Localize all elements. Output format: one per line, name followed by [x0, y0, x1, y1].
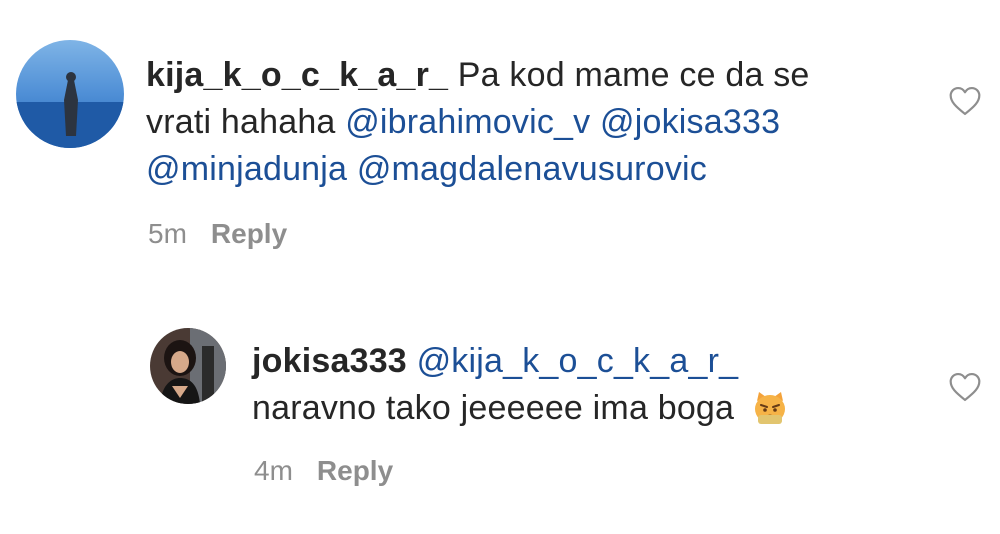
- mention-link[interactable]: @jokisa333: [600, 103, 780, 141]
- comment-line-3: @minjadunja @magdalenavusurovic: [146, 146, 810, 193]
- comment-text: vrati hahaha: [146, 103, 336, 141]
- comment-body: kija_k_o_c_k_a_r_ Pa kod mame ce da se v…: [146, 52, 810, 193]
- comment-time: 4m: [254, 455, 293, 486]
- comment-meta: 4m Reply: [254, 455, 393, 487]
- comment-meta: 5m Reply: [148, 218, 287, 250]
- pouting-cat-face-emoji: [752, 389, 788, 438]
- comment-line-2: naravno tako jeeeeee ima boga: [252, 385, 788, 438]
- comment-line-1: jokisa333 @kija_k_o_c_k_a_r_: [252, 338, 788, 385]
- comment-time: 5m: [148, 218, 187, 249]
- reply-button[interactable]: Reply: [211, 218, 287, 250]
- comment-line-1: kija_k_o_c_k_a_r_ Pa kod mame ce da se: [146, 52, 810, 99]
- mention-link[interactable]: @ibrahimovic_v: [345, 103, 590, 141]
- mention-link[interactable]: @minjadunja: [146, 150, 347, 188]
- mention-link[interactable]: @kija_k_o_c_k_a_r_: [417, 342, 739, 380]
- comment-line-2: vrati hahaha @ibrahimovic_v @jokisa333: [146, 99, 810, 146]
- comment-text: Pa kod mame ce da se: [457, 56, 810, 94]
- comment-body: jokisa333 @kija_k_o_c_k_a_r_ naravno tak…: [252, 338, 788, 438]
- comment-username[interactable]: jokisa333: [252, 342, 407, 380]
- avatar[interactable]: [16, 40, 124, 148]
- mention-link[interactable]: @magdalenavusurovic: [357, 150, 707, 188]
- comment-username[interactable]: kija_k_o_c_k_a_r_: [146, 56, 448, 94]
- like-heart-icon[interactable]: [948, 372, 982, 407]
- comment-text: naravno tako jeeeeee ima boga: [252, 389, 735, 427]
- reply-button[interactable]: Reply: [317, 455, 393, 487]
- avatar[interactable]: [150, 328, 226, 404]
- like-heart-icon[interactable]: [948, 86, 982, 121]
